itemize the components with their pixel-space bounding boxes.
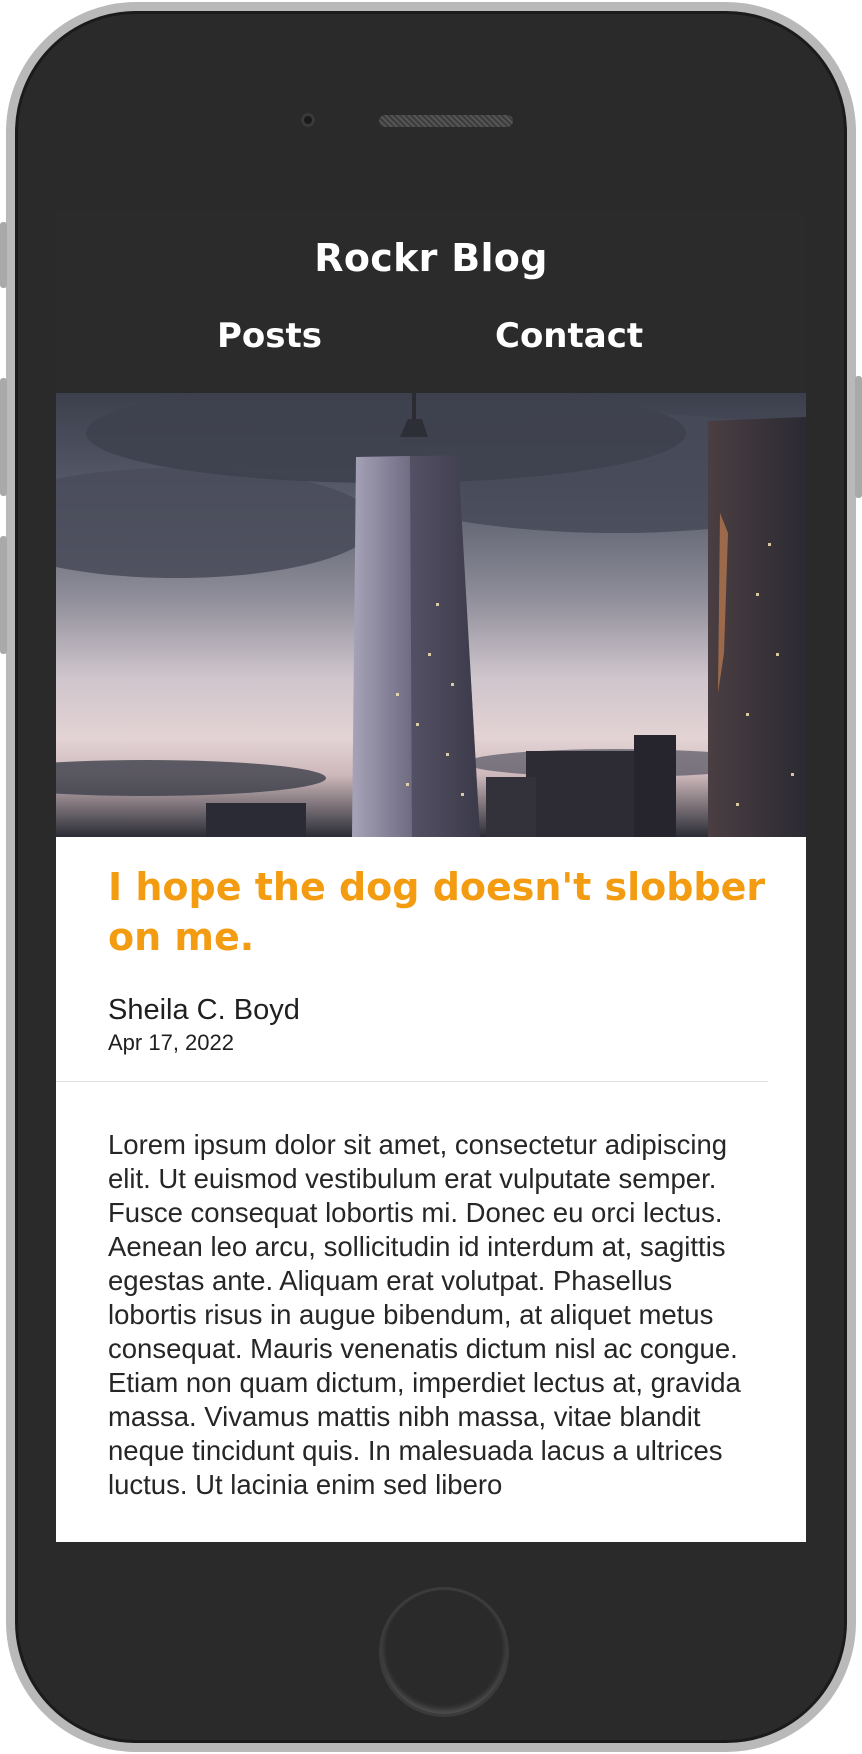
main-nav: Posts Contact <box>56 316 806 366</box>
power-button <box>855 376 862 498</box>
post-body: Lorem ipsum dolor sit amet, consectetur … <box>108 1129 741 1500</box>
volume-up-button <box>0 378 7 496</box>
nav-contact-link[interactable]: Contact <box>495 316 643 356</box>
home-button[interactable] <box>379 1587 509 1717</box>
mute-switch <box>0 222 7 288</box>
site-title[interactable]: Rockr Blog <box>56 236 806 280</box>
post-date: Apr 17, 2022 <box>108 1030 234 1055</box>
divider <box>56 1081 768 1082</box>
phone-screen: Rockr Blog Posts Contact I hope the dog … <box>56 210 806 1542</box>
nav-posts-link[interactable]: Posts <box>217 316 322 356</box>
post-title[interactable]: I hope the dog doesn't slobber on me. <box>108 862 768 962</box>
city-skyline-image <box>56 393 806 837</box>
post-author: Sheila C. Boyd <box>108 994 300 1026</box>
hero-image <box>56 393 806 837</box>
camera-icon <box>301 113 315 127</box>
site-header: Rockr Blog Posts Contact <box>56 210 806 393</box>
speaker-grille <box>379 115 513 127</box>
volume-down-button <box>0 536 7 654</box>
